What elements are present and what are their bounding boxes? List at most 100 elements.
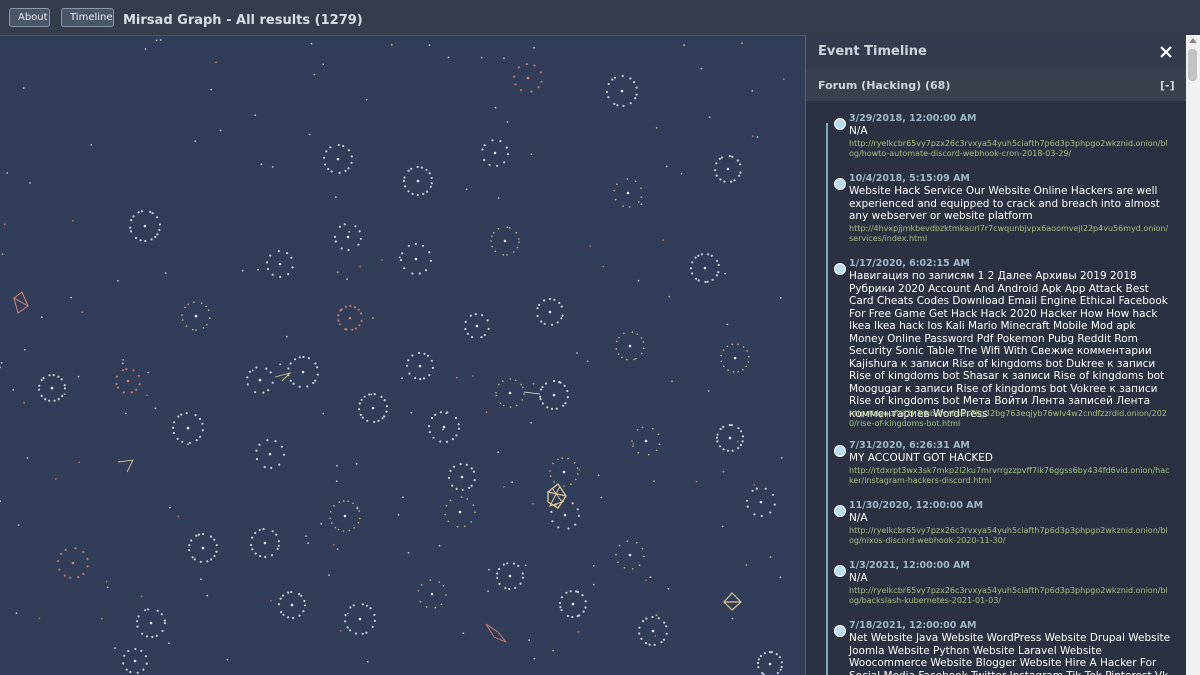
graph-node[interactable]: [201, 429, 204, 432]
graph-node[interactable]: [445, 412, 448, 415]
graph-node[interactable]: [533, 64, 536, 67]
graph-node[interactable]: [560, 305, 563, 308]
graph-node[interactable]: [638, 632, 641, 635]
graph-node[interactable]: [695, 277, 698, 280]
graph-node[interactable]: [571, 615, 574, 619]
graph-node[interactable]: [343, 514, 347, 518]
graph-node[interactable]: [298, 385, 301, 388]
event-link[interactable]: http://rtdxrpt3wx3sk7mkp2l2ku7mrvrrgzzpv…: [849, 466, 1171, 486]
graph-node[interactable]: [779, 297, 782, 299]
graph-node[interactable]: [312, 381, 315, 385]
graph-node[interactable]: [348, 316, 352, 320]
graph-node[interactable]: [6, 172, 9, 174]
graph-node[interactable]: [539, 398, 542, 401]
graph-node[interactable]: [48, 399, 51, 402]
graph-node[interactable]: [576, 590, 580, 594]
graph-node[interactable]: [206, 560, 209, 563]
graph-node[interactable]: [158, 228, 161, 232]
graph-node[interactable]: [402, 496, 404, 499]
graph-node[interactable]: [629, 77, 632, 80]
graph-node[interactable]: [719, 178, 722, 181]
graph-node[interactable]: [430, 592, 434, 596]
graph-node[interactable]: [622, 104, 625, 107]
event-link[interactable]: http://dgqufltlj2h3rhbalvz6o6s7ilg32bg76…: [849, 409, 1171, 429]
graph-node[interactable]: [716, 433, 719, 436]
graph-node[interactable]: [188, 549, 191, 552]
collapse-toggle[interactable]: [-]: [1160, 79, 1175, 92]
graph-node[interactable]: [621, 74, 624, 78]
graph-node[interactable]: [563, 485, 565, 487]
graph-node[interactable]: [190, 539, 193, 542]
graph-node[interactable]: [277, 250, 280, 253]
graph-node[interactable]: [770, 651, 773, 654]
graph-node[interactable]: [632, 443, 635, 445]
graph-node[interactable]: [773, 503, 776, 506]
graph-node[interactable]: [576, 508, 579, 511]
graph-node[interactable]: [564, 402, 567, 405]
group-header-forum-hacking[interactable]: Forum (Hacking) (68) [-]: [806, 69, 1186, 101]
graph-node[interactable]: [634, 97, 637, 100]
graph-node[interactable]: [132, 215, 135, 218]
graph-node[interactable]: [503, 57, 505, 60]
graph-node[interactable]: [347, 248, 350, 252]
graph-node[interactable]: [254, 552, 257, 555]
graph-node[interactable]: [525, 63, 528, 66]
graph-node[interactable]: [697, 254, 700, 257]
graph-node[interactable]: [390, 43, 393, 46]
graph-node[interactable]: [340, 247, 343, 250]
graph-node[interactable]: [100, 617, 103, 620]
graph-node[interactable]: [522, 386, 524, 389]
graph-node[interactable]: [300, 594, 303, 597]
graph-node[interactable]: [82, 572, 85, 575]
graph-node[interactable]: [428, 251, 431, 254]
graph-node[interactable]: [780, 665, 783, 669]
graph-node[interactable]: [647, 453, 650, 456]
graph-node[interactable]: [491, 245, 494, 248]
graph-node[interactable]: [641, 426, 644, 429]
graph-node[interactable]: [539, 395, 542, 398]
graph-node[interactable]: [269, 254, 272, 257]
graph-node[interactable]: [470, 484, 473, 487]
graph-node[interactable]: [642, 620, 645, 623]
graph-node[interactable]: [17, 524, 20, 526]
graph-node[interactable]: [576, 615, 579, 618]
graph-node[interactable]: [503, 486, 505, 488]
graph-node[interactable]: [359, 237, 362, 240]
graph-node[interactable]: [648, 643, 651, 646]
graph-node[interactable]: [538, 303, 541, 306]
graph-node[interactable]: [26, 457, 29, 459]
graph-node[interactable]: [353, 306, 356, 309]
graph-node[interactable]: [575, 478, 577, 481]
graph-node[interactable]: [360, 319, 363, 322]
graph-node[interactable]: [316, 373, 319, 376]
graph-svg[interactable]: [0, 36, 805, 675]
graph-node[interactable]: [623, 567, 626, 569]
graph-node[interactable]: [154, 235, 157, 239]
graph-node[interactable]: [616, 340, 618, 343]
graph-node[interactable]: [279, 363, 282, 366]
graph-node[interactable]: [652, 428, 654, 430]
graph-node[interactable]: [164, 272, 167, 274]
graph-node[interactable]: [192, 328, 194, 331]
graph-node[interactable]: [187, 443, 189, 445]
graph-node[interactable]: [368, 393, 371, 396]
graph-node[interactable]: [122, 359, 125, 361]
graph-node[interactable]: [365, 98, 368, 101]
graph-node[interactable]: [151, 635, 154, 639]
graph-node[interactable]: [550, 510, 553, 513]
graph-node[interactable]: [640, 337, 643, 339]
graph-node[interactable]: [161, 629, 164, 633]
graph-node[interactable]: [195, 329, 197, 331]
graph-node[interactable]: [578, 469, 581, 471]
graph-node[interactable]: [514, 586, 517, 590]
graph-node[interactable]: [642, 341, 645, 343]
graph-node[interactable]: [486, 319, 489, 322]
event-link[interactable]: http://ryelkcbr65vy7pzx26c3rvxya54yuh5ci…: [849, 586, 1171, 606]
graph-node[interactable]: [707, 253, 710, 256]
graph-node[interactable]: [469, 314, 472, 317]
graph-node[interactable]: [561, 314, 564, 317]
graph-node[interactable]: [483, 144, 486, 147]
graph-node[interactable]: [430, 182, 433, 185]
graph-node[interactable]: [129, 226, 132, 229]
graph-node[interactable]: [193, 558, 196, 561]
